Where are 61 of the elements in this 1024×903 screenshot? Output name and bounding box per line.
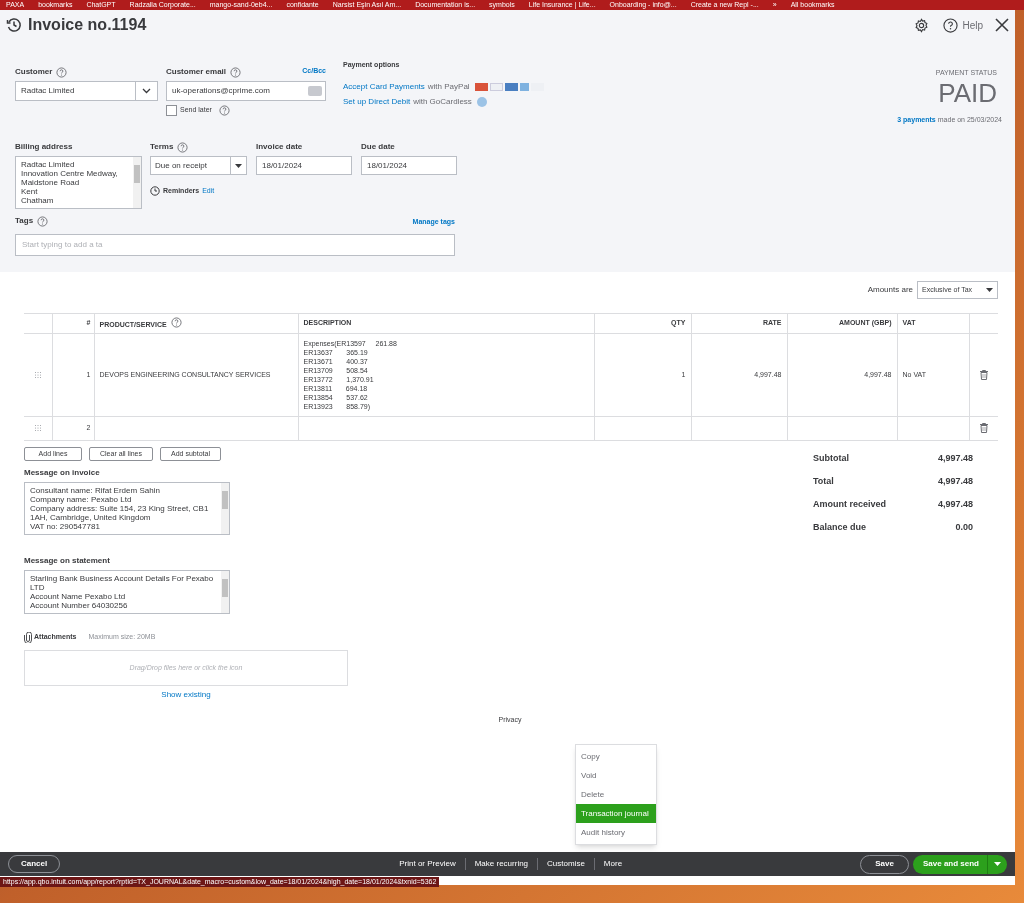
due-date-field[interactable]: 18/01/2024 xyxy=(361,156,457,175)
billing-address-label: Billing address xyxy=(15,141,73,153)
help-icon[interactable] xyxy=(943,17,959,33)
history-clock-icon[interactable] xyxy=(6,17,22,33)
payment-status-value: PAID xyxy=(938,78,997,107)
invoice-title: Invoice no.1194 xyxy=(28,15,147,35)
total-label: Amount received xyxy=(813,498,887,511)
customer-email-label: Customer email xyxy=(166,66,227,78)
message-on-statement-field[interactable]: Starling Bank Business Account Details For Pexabo LTD Account Name Pexabo Ltd Account Number 64030256 xyxy=(24,570,230,614)
menu-item[interactable]: Copy xyxy=(576,747,656,766)
total-value: 4,997.48 xyxy=(937,452,973,465)
trash-icon[interactable] xyxy=(979,369,988,380)
message-on-invoice-label: Message on invoice xyxy=(24,467,100,479)
trash-icon[interactable] xyxy=(979,423,988,434)
caret-icon xyxy=(994,862,1001,866)
message-on-invoice-field[interactable]: Consultant name: Rifat Erdem Sahin Company name: Pexabo Ltd Company address: Suite 154, 23 King Street, CB1 1AH, Cambridge, United Kingdom VAT no: 290547781 xyxy=(24,482,230,535)
chevron-down-icon xyxy=(142,88,151,94)
card-logos-drawing xyxy=(474,82,544,91)
footer-action-link[interactable]: Make recurring xyxy=(474,859,529,868)
total-label: Balance due xyxy=(813,521,867,534)
show-existing-link[interactable]: Show existing xyxy=(161,689,211,701)
total-value: 0.00 xyxy=(955,521,973,534)
total-value: 4,997.48 xyxy=(937,498,973,511)
direct-debit-link[interactable]: Set up Direct Debit xyxy=(343,95,411,108)
scrollbar-drawing xyxy=(221,483,229,534)
with-gocardless-text: with GoCardless xyxy=(413,95,472,108)
paperclip-icon[interactable] xyxy=(24,632,32,643)
customer-dropdown[interactable]: Radtac Limited xyxy=(15,81,158,101)
with-paypal-text: with PayPal xyxy=(427,80,470,93)
footer-action-link[interactable]: Customise xyxy=(547,859,585,868)
scrollbar-drawing xyxy=(133,157,141,208)
footer-action-link[interactable]: Print or Preview xyxy=(399,859,456,868)
caret-icon xyxy=(986,288,993,292)
total-value: 4,997.48 xyxy=(937,475,973,488)
tags-label: Tags xyxy=(15,215,34,227)
invoice-date-label: Invoice date xyxy=(256,141,303,153)
due-date-label: Due date xyxy=(361,141,395,153)
invoice-date-field[interactable]: 18/01/2024 xyxy=(256,156,352,175)
settings-icon[interactable] xyxy=(914,17,930,33)
amounts-are-label: Amounts are xyxy=(867,284,913,296)
menu-item[interactable]: Void xyxy=(576,766,656,785)
menu-item[interactable]: Delete xyxy=(576,785,656,804)
tags-field[interactable]: Start typing to add a ta xyxy=(15,233,455,256)
send-later-checkbox[interactable] xyxy=(166,105,177,116)
total-label: Total xyxy=(813,475,834,488)
scrollbar-drawing xyxy=(221,571,229,613)
footer-action-link[interactable]: More xyxy=(603,859,623,868)
gocardless-logo-icon xyxy=(476,96,487,107)
message-on-statement-label: Message on statement xyxy=(24,555,110,567)
caret-icon xyxy=(235,163,242,168)
clock-icon xyxy=(150,186,160,197)
customer-label: Customer xyxy=(15,66,53,78)
close-icon[interactable] xyxy=(995,18,1009,32)
customer-email-field[interactable]: uk-operations@cprime.com xyxy=(166,81,326,101)
total-label: Subtotal xyxy=(813,452,849,465)
terms-label: Terms xyxy=(150,141,174,153)
menu-item[interactable]: Audit history xyxy=(576,823,656,842)
terms-dropdown[interactable]: Due on receipt xyxy=(150,156,247,175)
help-link[interactable]: Help xyxy=(962,17,983,33)
billing-address-field[interactable]: Radtac Limited Innovation Centre Medway, Maidstone Road Kent Chatham xyxy=(15,156,142,209)
card-payments-link[interactable]: Accept Card Payments xyxy=(343,81,425,91)
